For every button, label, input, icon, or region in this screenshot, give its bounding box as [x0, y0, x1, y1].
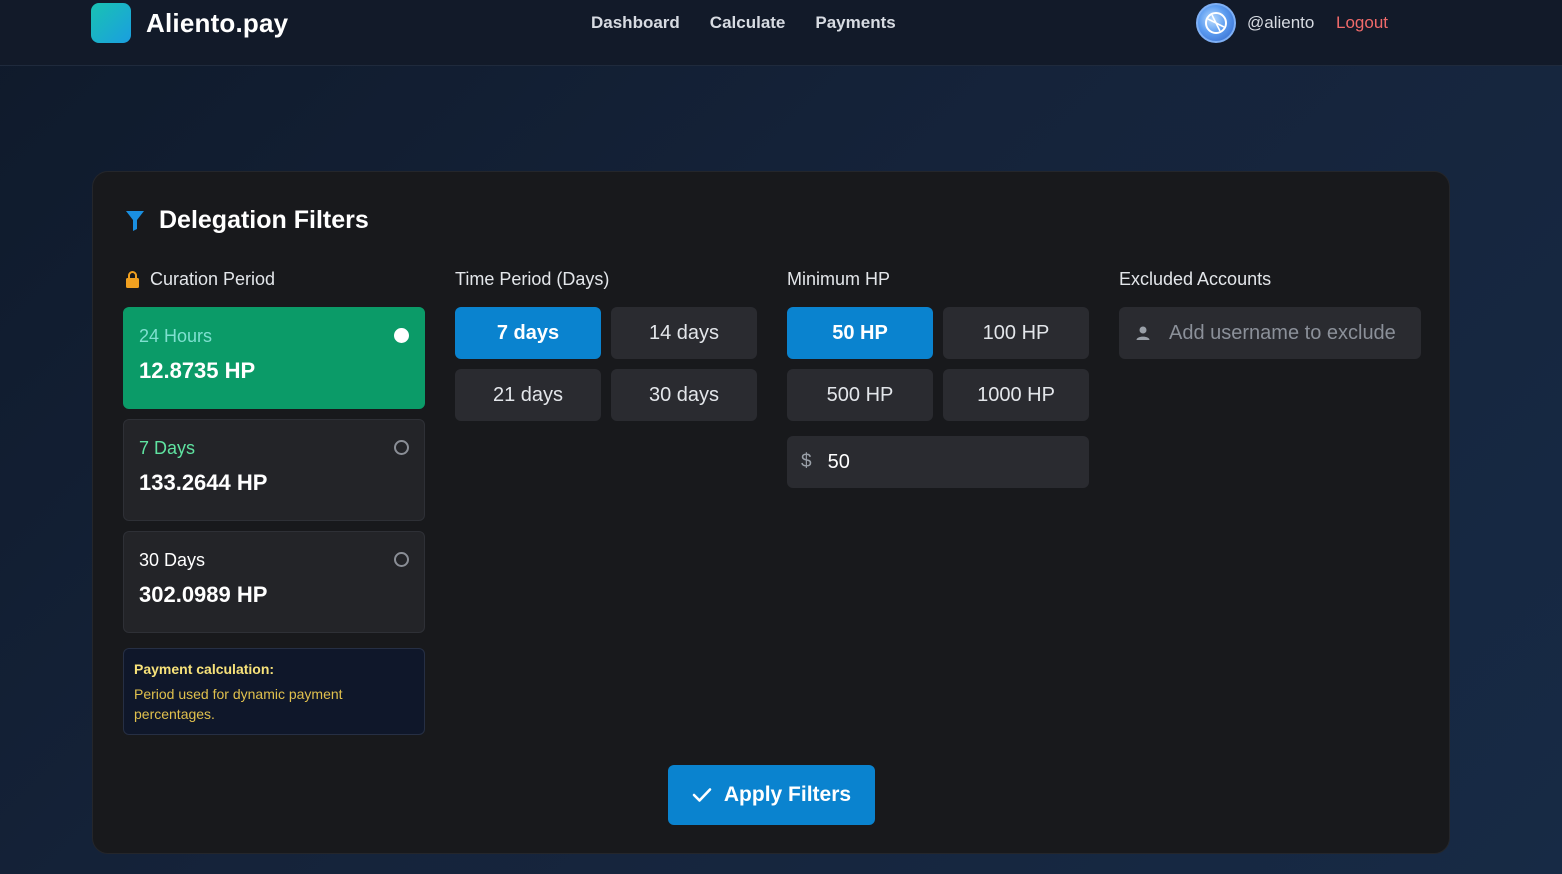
minimum-hp-text: Minimum HP — [787, 269, 891, 289]
period-option-30d[interactable]: 30 Days 302.0989 HP — [123, 531, 425, 633]
exclude-username-field[interactable] — [1119, 307, 1421, 359]
logo-icon[interactable] — [91, 3, 131, 43]
nav-calculate[interactable]: Calculate — [710, 13, 786, 33]
period-label: 24 Hours — [139, 326, 213, 346]
period-option-7d[interactable]: 7 Days 133.2644 HP — [123, 419, 425, 521]
custom-min-hp-field[interactable]: $ — [787, 436, 1089, 488]
period-label: 30 Days — [139, 550, 206, 570]
apply-filters-button[interactable]: Apply Filters — [668, 765, 875, 825]
avatar-globe-icon — [1205, 12, 1227, 34]
nav-dashboard[interactable]: Dashboard — [591, 13, 680, 33]
logout-link[interactable]: Logout — [1336, 13, 1388, 33]
period-option-24h[interactable]: 24 Hours 12.8735 HP — [123, 307, 425, 409]
minimum-hp-label: Minimum HP — [787, 269, 890, 290]
period-value: 12.8735 HP — [139, 358, 256, 383]
excluded-accounts-label: Excluded Accounts — [1119, 269, 1271, 290]
curation-period-text: Curation Period — [150, 269, 276, 289]
curation-period-label: Curation Period — [125, 269, 275, 290]
note-title: Payment calculation: — [134, 661, 275, 677]
time-option-30-days[interactable]: 30 days — [611, 369, 757, 421]
card-title: Delegation Filters — [125, 206, 369, 235]
time-period-text: Time Period (Days) — [455, 269, 610, 289]
check-icon — [692, 788, 712, 802]
hp-option-1000[interactable]: 1000 HP — [943, 369, 1089, 421]
top-header: Aliento.pay Dashboard Calculate Payments… — [0, 0, 1562, 66]
apply-filters-label: Apply Filters — [723, 783, 852, 806]
payment-calculation-note: Payment calculation: Period used for dyn… — [123, 648, 425, 735]
excluded-accounts-text: Excluded Accounts — [1119, 269, 1272, 289]
avatar[interactable] — [1196, 3, 1236, 43]
radio-unselected-icon[interactable] — [394, 552, 409, 567]
time-option-14-days[interactable]: 14 days — [611, 307, 757, 359]
dollar-icon: $ — [801, 451, 812, 472]
nav-payments[interactable]: Payments — [815, 13, 895, 33]
user-icon — [1136, 326, 1150, 340]
hp-option-50[interactable]: 50 HP — [787, 307, 933, 359]
time-period-label: Time Period (Days) — [455, 269, 609, 290]
delegation-filters-card: Delegation Filters Curation Period 24 Ho… — [92, 171, 1450, 854]
hp-option-100[interactable]: 100 HP — [943, 307, 1089, 359]
card-title-text: Delegation Filters — [159, 206, 369, 234]
time-option-7-days[interactable]: 7 days — [455, 307, 601, 359]
period-value: 302.0989 HP — [139, 582, 268, 607]
custom-min-hp-input[interactable] — [827, 450, 1058, 474]
radio-unselected-icon[interactable] — [394, 440, 409, 455]
brand-name[interactable]: Aliento.pay — [146, 8, 288, 39]
note-text: Period used for dynamic payment percenta… — [134, 686, 343, 722]
hp-option-500[interactable]: 500 HP — [787, 369, 933, 421]
period-label: 7 Days — [139, 438, 196, 458]
lock-icon — [126, 271, 139, 288]
exclude-username-input[interactable] — [1169, 321, 1419, 345]
radio-selected-icon[interactable] — [394, 328, 409, 343]
time-option-21-days[interactable]: 21 days — [455, 369, 601, 421]
main-nav: Dashboard Calculate Payments — [591, 13, 896, 33]
filter-icon — [126, 210, 144, 231]
username[interactable]: @aliento — [1247, 13, 1314, 33]
period-value: 133.2644 HP — [139, 470, 268, 495]
